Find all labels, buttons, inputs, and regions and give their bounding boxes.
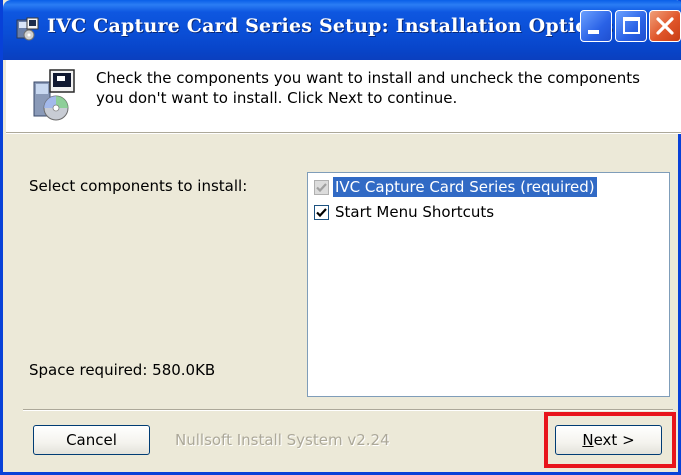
checkbox-shortcuts[interactable] <box>314 204 329 220</box>
header-line-2: you don't want to install. Click Next to… <box>96 89 458 107</box>
checkmark-icon <box>316 182 327 192</box>
cancel-button[interactable]: Cancel <box>33 425 150 455</box>
window-title: IVC Capture Card Series Setup: Installat… <box>47 15 614 37</box>
components-list[interactable]: IVC Capture Card Series (required) Start… <box>307 172 670 397</box>
header-line-1: Check the components you want to install… <box>96 69 640 87</box>
space-required-label: Space required: 580.0KB <box>29 361 216 379</box>
branding-text: Nullsoft Install System v2.24 <box>175 431 390 449</box>
component-item-main[interactable]: IVC Capture Card Series (required) <box>314 176 597 198</box>
checkmark-icon <box>316 207 327 217</box>
installer-window: IVC Capture Card Series Setup: Installat… <box>0 0 681 475</box>
header-instructions: Check the components you want to install… <box>96 68 676 108</box>
footer-divider <box>23 409 673 411</box>
header-panel: Check the components you want to install… <box>6 60 681 132</box>
checkbox-main <box>314 179 329 195</box>
installer-box-icon <box>33 69 75 121</box>
installer-icon <box>16 17 39 41</box>
close-button[interactable] <box>649 10 681 42</box>
minimize-icon <box>588 30 599 34</box>
maximize-icon <box>623 17 640 34</box>
header-divider <box>6 132 681 134</box>
component-label-main: IVC Capture Card Series (required) <box>333 177 597 197</box>
select-components-label: Select components to install: <box>29 177 248 195</box>
component-item-shortcuts[interactable]: Start Menu Shortcuts <box>314 201 496 223</box>
close-icon <box>656 17 674 35</box>
minimize-button[interactable] <box>580 10 612 42</box>
component-label-shortcuts: Start Menu Shortcuts <box>335 203 495 221</box>
maximize-button[interactable] <box>615 10 647 42</box>
next-button-highlight <box>544 412 676 468</box>
title-bar[interactable]: IVC Capture Card Series Setup: Installat… <box>3 0 681 60</box>
